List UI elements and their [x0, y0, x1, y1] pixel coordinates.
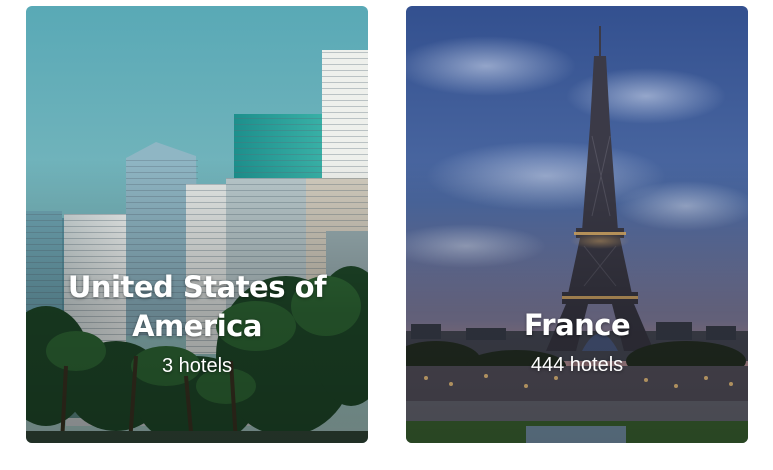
destination-card-france[interactable]: France 444 hotels — [406, 6, 748, 443]
card-caption: France 444 hotels — [406, 306, 748, 377]
destination-name: France — [523, 308, 631, 342]
destination-card-usa[interactable]: United States of America 3 hotels — [26, 6, 368, 443]
hotel-count: 444 hotels — [530, 354, 624, 376]
card-caption: United States of America 3 hotels — [26, 268, 368, 378]
destination-name: United States of America — [67, 270, 327, 343]
destination-grid: United States of America 3 hotels France… — [0, 0, 773, 470]
hotel-count: 3 hotels — [161, 355, 233, 377]
